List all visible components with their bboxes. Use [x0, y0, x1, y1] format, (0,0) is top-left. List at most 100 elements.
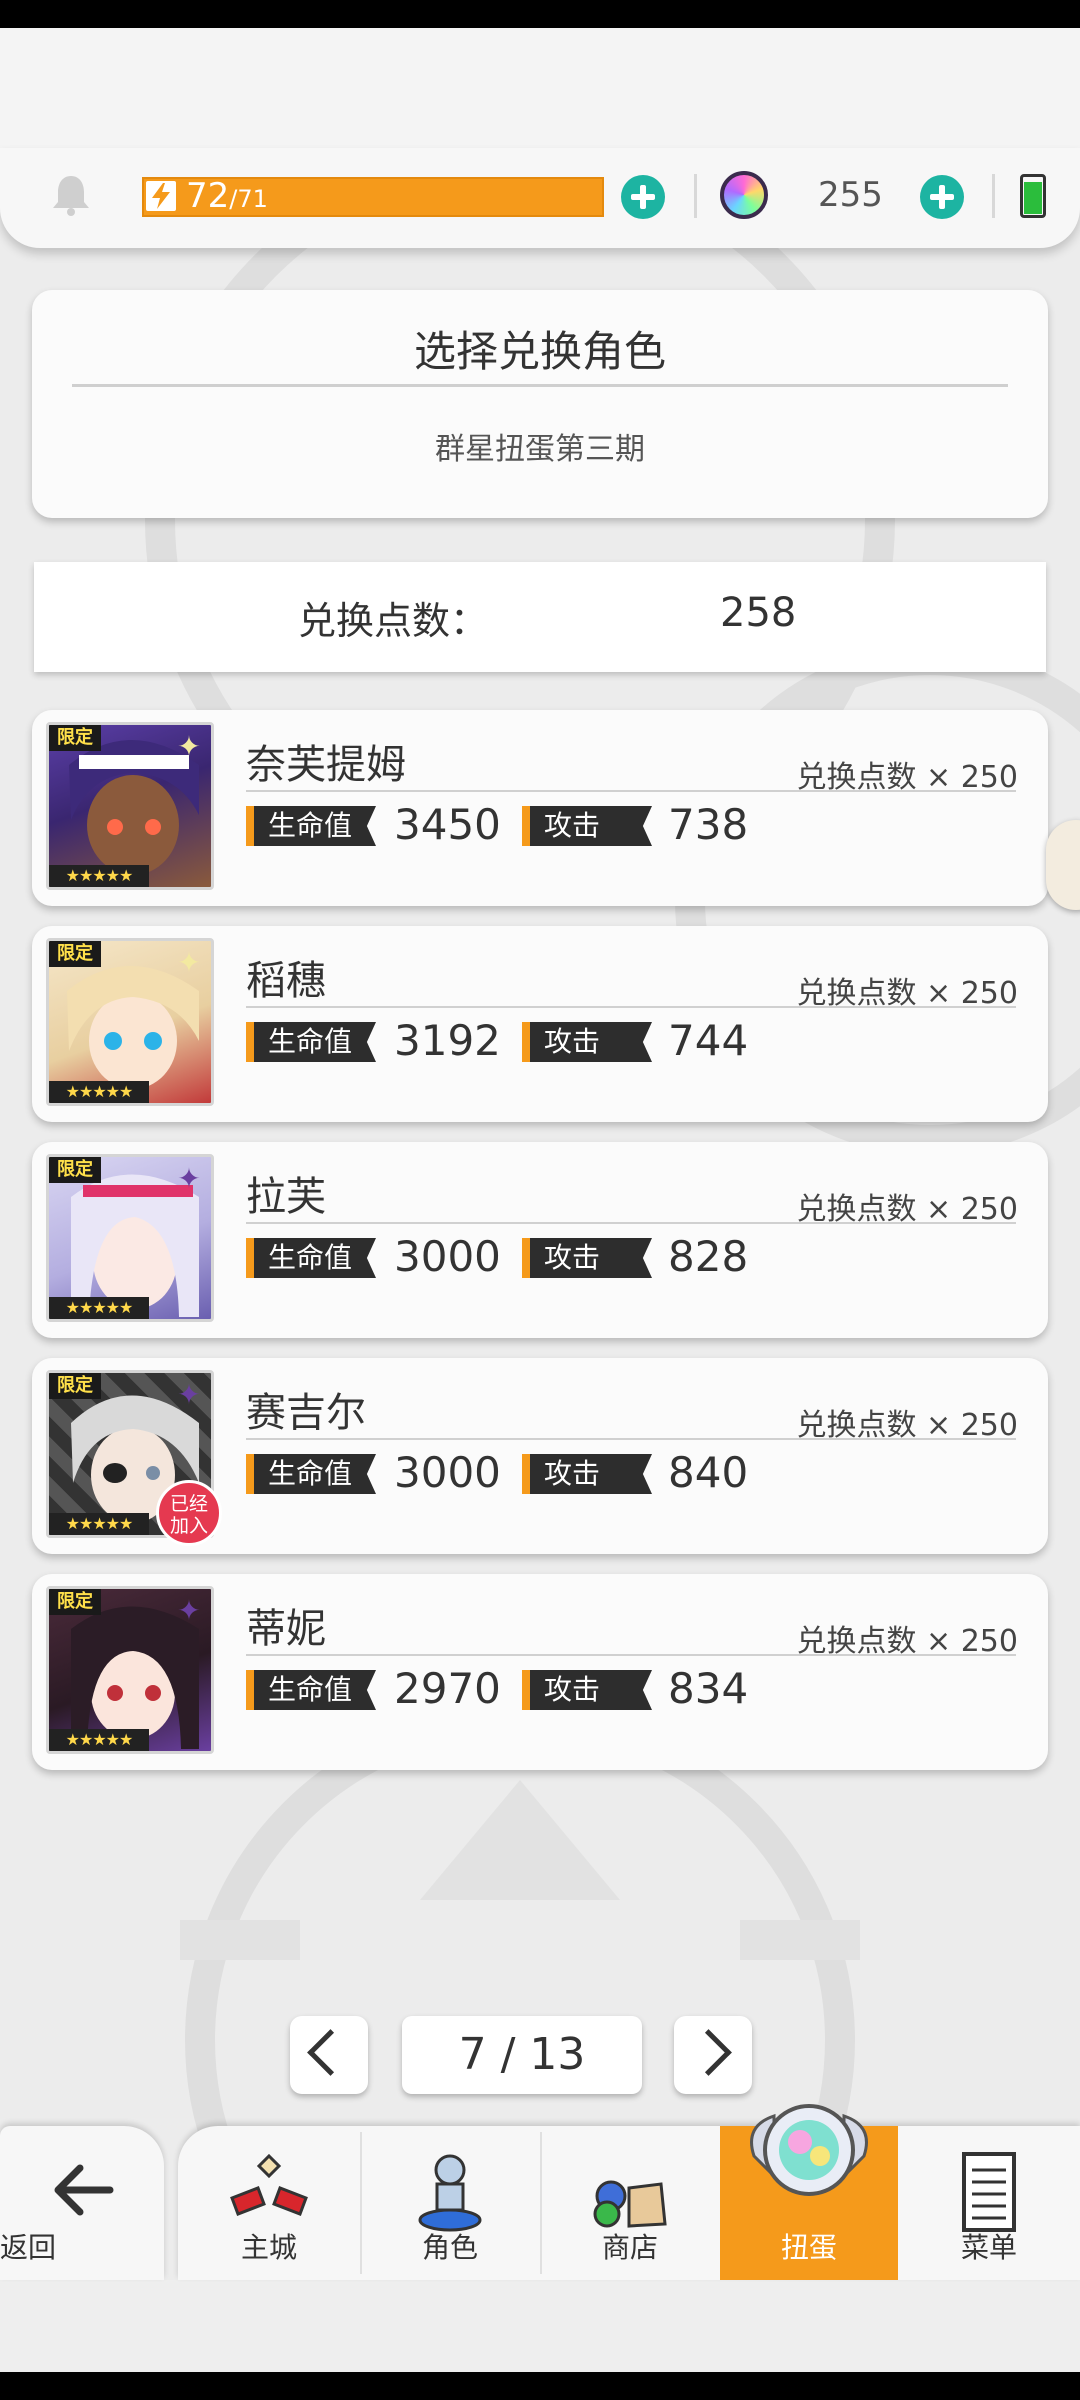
nav-floor [0, 2280, 1080, 2372]
lightning-icon [146, 181, 176, 211]
row-divider [246, 1006, 1016, 1008]
page-indicator: 7 / 13 [402, 2016, 642, 2094]
attack-value: 840 [668, 1448, 749, 1497]
nav-label: 扭蛋 [780, 2231, 837, 2264]
menu-list-icon [962, 2152, 1016, 2232]
hp-value: 3000 [394, 1232, 501, 1281]
character-portrait: 限定 ✦ ★★★★★ [46, 1586, 214, 1754]
character-row[interactable]: 限定 ✦ ★★★★★ 拉芙 兑换点数 × 250 生命值 3000 攻击 828 [32, 1142, 1048, 1338]
character-portrait: 限定 ✦ ★★★★★ [46, 1154, 214, 1322]
attack-value: 744 [668, 1016, 749, 1065]
character-name: 拉芙 [246, 1174, 326, 1220]
row-divider [246, 1654, 1016, 1656]
star-rating: ★★★★★ [49, 1729, 149, 1751]
system-status-strip [0, 0, 1080, 28]
status-area [0, 28, 1080, 148]
shop-bag-icon [593, 2180, 667, 2228]
resource-divider [992, 174, 995, 218]
limited-badge: 限定 [49, 725, 101, 751]
page-title: 选择兑换角色 [413, 327, 666, 376]
character-row[interactable]: 限定 ✦ ★★★★★ 已经 加入 赛吉尔 兑换点数 × 250 生命值 3000 … [32, 1358, 1048, 1554]
back-button[interactable]: 返回 [0, 2126, 164, 2280]
energy-max: /71 [229, 185, 268, 213]
side-drawer-handle[interactable] [1046, 820, 1080, 910]
add-energy-button[interactable] [621, 175, 665, 219]
limited-badge: 限定 [49, 1373, 101, 1399]
nav-item-main-city[interactable]: 主城 [180, 2126, 358, 2280]
add-gems-button[interactable] [920, 175, 964, 219]
nav-item-shop[interactable]: 商店 [542, 2126, 718, 2280]
page-subtitle: 群星扭蛋第三期 [435, 432, 645, 467]
gem-count: 255 [818, 175, 883, 215]
attack-label: 攻击 [522, 1670, 652, 1710]
arrow-left-icon [54, 2164, 114, 2216]
dark-element-icon: ✦ [177, 1378, 201, 1411]
hp-value: 2970 [394, 1664, 501, 1713]
attack-label: 攻击 [522, 1454, 652, 1494]
hp-label: 生命值 [246, 1454, 376, 1494]
character-name: 蒂妮 [246, 1606, 326, 1652]
hp-label: 生命值 [246, 1238, 376, 1278]
limited-badge: 限定 [49, 1589, 101, 1615]
nav-item-menu[interactable]: 菜单 [900, 2126, 1078, 2280]
dark-element-icon: ✦ [177, 1162, 201, 1195]
joined-line-1: 已经 [169, 1493, 208, 1515]
attack-label: 攻击 [522, 1022, 652, 1062]
prev-page-button[interactable] [290, 2016, 368, 2094]
character-portrait: 限定 ✦ ★★★★★ [46, 938, 214, 1106]
star-rating: ★★★★★ [49, 865, 149, 887]
gem-icon [720, 171, 768, 219]
joined-badge: 已经 加入 [156, 1480, 222, 1546]
light-element-icon: ✦ [177, 730, 201, 763]
battery-level [1024, 182, 1042, 214]
nav-label: 角色 [421, 2231, 478, 2264]
system-nav-strip [0, 2372, 1080, 2400]
energy-value: 72/71 [186, 174, 268, 221]
bell-icon[interactable] [48, 172, 94, 218]
hp-label: 生命值 [246, 1670, 376, 1710]
nav-item-characters[interactable]: 角色 [362, 2126, 538, 2280]
hp-value: 3450 [394, 800, 501, 849]
hp-value: 3000 [394, 1448, 501, 1497]
nav-label: 菜单 [960, 2231, 1017, 2264]
hp-label: 生命值 [246, 806, 376, 846]
character-bust-icon [418, 2154, 482, 2232]
resource-divider [694, 174, 697, 218]
points-label: 兑换点数： [298, 599, 489, 643]
character-name: 赛吉尔 [246, 1390, 366, 1436]
nav-item-gacha[interactable]: 扭蛋 [720, 2104, 898, 2280]
row-divider [246, 1222, 1016, 1224]
attack-label: 攻击 [522, 806, 652, 846]
attack-value: 738 [668, 800, 749, 849]
title-divider [72, 384, 1008, 387]
row-divider [246, 1438, 1016, 1440]
nav-label: 商店 [601, 2231, 658, 2264]
points-value: 258 [720, 590, 797, 636]
hp-label: 生命值 [246, 1022, 376, 1062]
star-rating: ★★★★★ [49, 1513, 149, 1535]
chevron-right-icon [685, 2029, 732, 2076]
character-name: 奈芙提姆 [246, 742, 406, 788]
chevron-left-icon [307, 2029, 354, 2076]
next-page-button[interactable] [674, 2016, 752, 2094]
joined-line-2: 加入 [169, 1515, 208, 1537]
limited-badge: 限定 [49, 941, 101, 967]
character-portrait: 限定 ✦ ★★★★★ [46, 722, 214, 890]
character-row[interactable]: 限定 ✦ ★★★★★ 稻穗 兑换点数 × 250 生命值 3192 攻击 744 [32, 926, 1048, 1122]
dark-element-icon: ✦ [177, 1594, 201, 1627]
character-row[interactable]: 限定 ✦ ★★★★★ 蒂妮 兑换点数 × 250 生命值 2970 攻击 834 [32, 1574, 1048, 1770]
star-rating: ★★★★★ [49, 1297, 149, 1319]
light-element-icon: ✦ [177, 946, 201, 979]
attack-label: 攻击 [522, 1238, 652, 1278]
character-row[interactable]: 限定 ✦ ★★★★★ 奈芙提姆 兑换点数 × 250 生命值 3450 攻击 7… [32, 710, 1048, 906]
gacha-orb-icon [750, 2104, 868, 2196]
nav-label: 主城 [240, 2231, 297, 2264]
limited-badge: 限定 [49, 1157, 101, 1183]
row-divider [246, 790, 1016, 792]
castle-icon [230, 2153, 308, 2216]
star-rating: ★★★★★ [49, 1081, 149, 1103]
attack-value: 828 [668, 1232, 749, 1281]
points-card [34, 562, 1046, 672]
hp-value: 3192 [394, 1016, 501, 1065]
attack-value: 834 [668, 1664, 749, 1713]
